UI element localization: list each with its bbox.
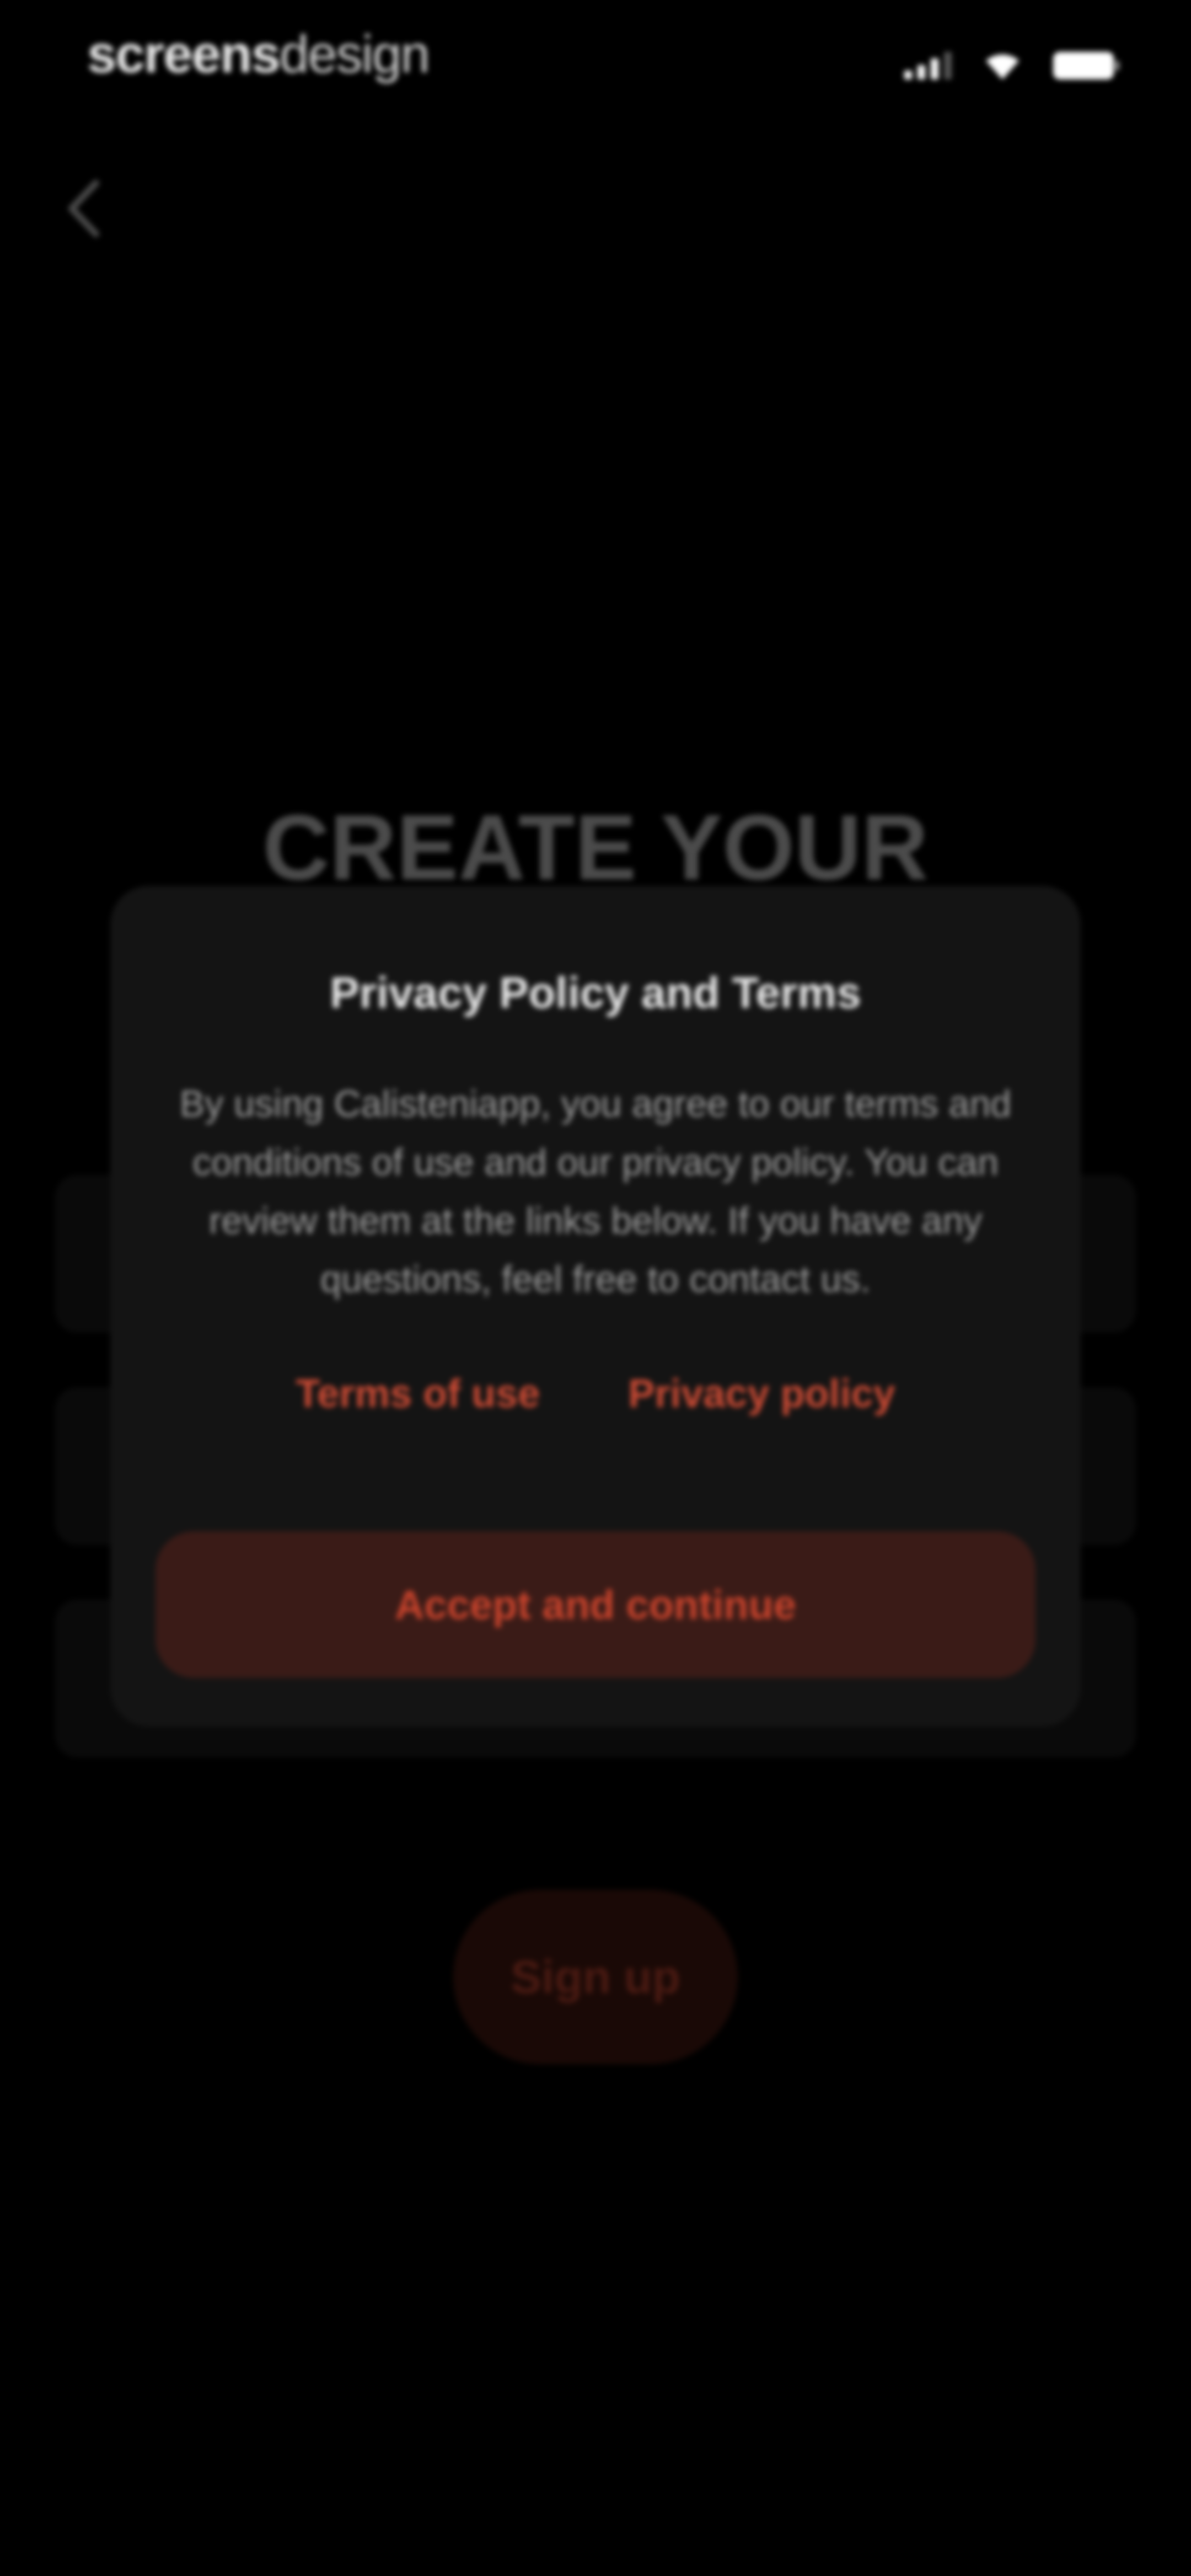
brand-part-1: screens [87,25,281,84]
accept-and-continue-button[interactable]: Accept and continue [155,1531,1036,1678]
status-icons [904,51,1119,81]
page-title: CREATE YOUR [262,795,929,899]
signup-button[interactable]: Sign up [453,1890,738,2064]
privacy-terms-dialog: Privacy Policy and Terms By using Calist… [110,886,1081,1727]
battery-icon [1053,52,1119,79]
wifi-icon [983,51,1022,81]
brand-watermark: screensdesign [87,24,430,85]
terms-of-use-link[interactable]: Terms of use [296,1371,540,1417]
chevron-left-icon[interactable] [62,175,106,242]
signal-icon [904,52,952,79]
brand-part-2: design [279,25,430,84]
status-bar: screensdesign [0,0,1191,121]
dialog-title: Privacy Policy and Terms [330,968,861,1017]
dialog-body: By using Calisteniapp, you agree to our … [179,1083,1012,1300]
dialog-links: Terms of use Privacy policy [110,1371,1081,1417]
privacy-policy-link[interactable]: Privacy policy [628,1371,895,1417]
app-screen: screensdesign CREATE YOUR Sign up Privac… [0,0,1191,2576]
